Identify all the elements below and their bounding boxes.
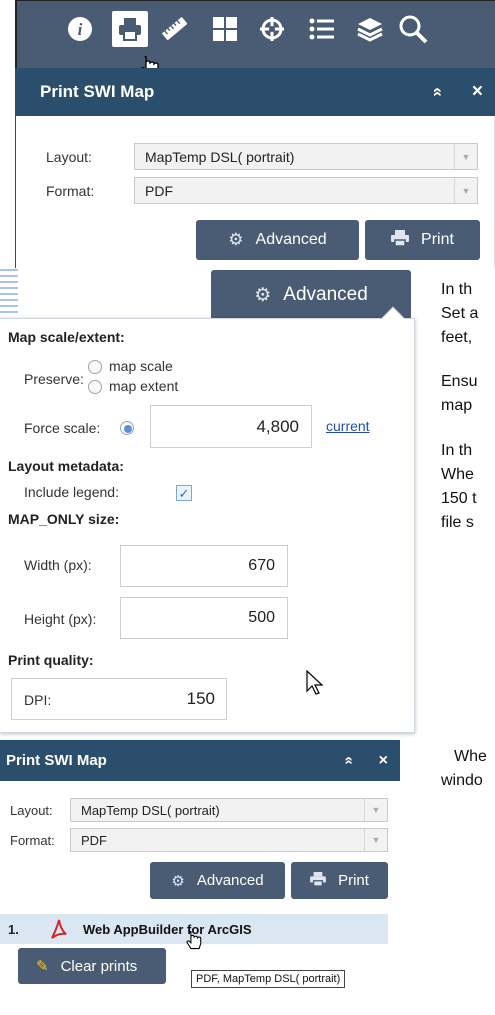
include-legend-checkbox[interactable]: ✓ [176, 485, 192, 501]
format-select-value: PDF [145, 182, 173, 199]
print-quality-heading: Print quality: [8, 652, 94, 668]
print-button[interactable]: Print [291, 862, 388, 899]
collapse-icon[interactable]: » [340, 756, 357, 764]
gear-icon: ⚙ [228, 230, 244, 249]
layers-icon[interactable] [352, 11, 388, 47]
format-label: Format: [10, 833, 55, 848]
print-button[interactable]: Print [365, 220, 480, 260]
print-icon[interactable] [112, 11, 148, 47]
map-only-size-heading: MAP_ONLY size: [8, 511, 120, 527]
dpi-value[interactable]: 150 [120, 689, 215, 709]
layout-grid-icon[interactable] [207, 11, 243, 47]
note-line: file s [441, 514, 474, 531]
layout-select-value: MapTemp DSL( portrait) [81, 802, 220, 818]
format-select-value: PDF [81, 832, 107, 848]
note-line: windo [441, 772, 483, 789]
note-line: In th [441, 442, 473, 459]
note-line: In th [441, 281, 473, 298]
layout-select[interactable]: MapTemp DSL( portrait) ▼ [70, 798, 388, 822]
advanced-button[interactable]: ⚙ Advanced [150, 862, 285, 899]
print-button-label: Print [421, 231, 454, 248]
advanced-button-enlarged-label: Advanced [283, 284, 368, 305]
chevron-down-icon: ▼ [364, 799, 387, 821]
print-button-label: Print [338, 872, 369, 889]
printer-icon [391, 229, 410, 251]
advanced-button[interactable]: ⚙ Advanced [196, 220, 359, 260]
close-icon[interactable]: × [379, 752, 388, 770]
analysis-icon[interactable] [254, 11, 290, 47]
arrow-cursor-icon [306, 669, 324, 701]
note-line: 150 t [441, 490, 477, 507]
force-scale-input[interactable]: 4,800 [150, 405, 312, 448]
note-line: map [441, 397, 473, 414]
advanced-button-label: Advanced [196, 872, 264, 889]
clear-prints-button[interactable]: ✎ Clear prints [18, 948, 166, 984]
info-icon[interactable]: i [62, 11, 98, 47]
note-line: Whe [441, 466, 474, 483]
panel-title: Print SWI Map [6, 752, 107, 769]
map-scale-extent-heading: Map scale/extent: [8, 329, 125, 345]
search-icon[interactable] [395, 11, 431, 47]
note-line: Ensu [441, 373, 478, 390]
result-index: 1. [8, 922, 19, 937]
close-icon[interactable]: × [472, 81, 483, 103]
map-extent-radio[interactable] [88, 380, 102, 394]
height-input[interactable]: 500 [120, 597, 288, 639]
print-panel-header: Print SWI Map » × [0, 740, 400, 781]
panel-title: Print SWI Map [40, 82, 155, 101]
layout-label: Layout: [46, 149, 92, 165]
broom-icon: ✎ [36, 958, 49, 975]
current-scale-link[interactable]: current [326, 418, 370, 434]
print-panel-header: Print SWI Map » × [15, 68, 495, 116]
map-scale-radio[interactable] [88, 360, 102, 374]
height-value: 500 [248, 609, 275, 626]
width-value: 670 [248, 557, 275, 574]
map-scale-option-label: map scale [109, 358, 173, 374]
force-scale-value: 4,800 [256, 416, 299, 436]
note-line: Set a [441, 305, 479, 322]
ruler-lines [0, 268, 18, 318]
advanced-button-enlarged[interactable]: ⚙ Advanced [211, 270, 411, 320]
result-tooltip: PDF, MapTemp DSL( portrait) [191, 970, 346, 988]
layout-select[interactable]: MapTemp DSL( portrait) ▼ [134, 143, 478, 170]
note-line: Whe [454, 748, 487, 765]
widget-toolbar: i [15, 0, 495, 68]
layout-metadata-heading: Layout metadata: [8, 458, 124, 474]
preserve-label: Preserve: [24, 371, 84, 387]
hand-cursor-icon [186, 929, 204, 958]
force-scale-label: Force scale: [24, 420, 101, 436]
layout-select-value: MapTemp DSL( portrait) [145, 148, 295, 165]
collapse-icon[interactable]: » [427, 87, 447, 96]
gear-icon: ⚙ [254, 284, 272, 306]
pdf-icon [49, 918, 69, 945]
dpi-label: DPI: [24, 692, 52, 708]
measure-icon[interactable] [157, 11, 193, 47]
include-legend-label: Include legend: [24, 484, 119, 500]
chevron-down-icon: ▼ [364, 829, 387, 851]
printer-icon [310, 871, 326, 891]
width-label: Width (px): [24, 557, 92, 573]
gear-icon: ⚙ [171, 872, 185, 890]
format-select[interactable]: PDF ▼ [134, 177, 478, 204]
layout-label: Layout: [10, 803, 53, 818]
svg-text:i: i [78, 20, 83, 39]
chevron-down-icon: ▼ [454, 178, 477, 203]
force-scale-radio[interactable] [120, 421, 134, 435]
height-label: Height (px): [24, 611, 97, 627]
format-select[interactable]: PDF ▼ [70, 828, 388, 852]
chevron-down-icon: ▼ [454, 144, 477, 169]
map-extent-option-label: map extent [109, 378, 179, 394]
clear-prints-label: Clear prints [60, 957, 138, 975]
result-title-link[interactable]: Web AppBuilder for ArcGIS [83, 922, 252, 937]
format-label: Format: [46, 183, 95, 199]
width-input[interactable]: 670 [120, 545, 288, 587]
legend-list-icon[interactable] [304, 11, 340, 47]
note-line: feet, [441, 329, 473, 346]
advanced-button-label: Advanced [255, 231, 327, 248]
